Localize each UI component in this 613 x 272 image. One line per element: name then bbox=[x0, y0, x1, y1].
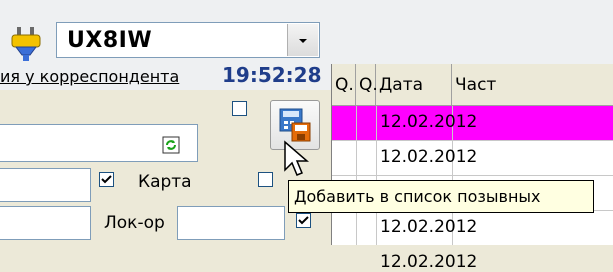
log-grid[interactable]: Q. Q. Дата Част 12.02.2012 12.02.2012 12… bbox=[331, 64, 613, 272]
locator-label: Лок-ор bbox=[104, 213, 165, 233]
text-field[interactable] bbox=[0, 206, 91, 240]
table-cell-date: 12.02.2012 bbox=[380, 147, 478, 167]
column-header-q2[interactable]: Q. bbox=[356, 64, 378, 106]
column-header-date[interactable]: Дата bbox=[376, 64, 452, 106]
chevron-down-icon bbox=[299, 39, 307, 43]
checkmark-icon bbox=[101, 175, 112, 184]
correspondent-time-label: ия у корреспондента bbox=[0, 67, 180, 86]
column-header-frequency[interactable]: Част bbox=[452, 64, 613, 106]
locator-field[interactable] bbox=[177, 206, 285, 240]
column-header-q1[interactable]: Q. bbox=[332, 64, 356, 106]
option-checkbox[interactable] bbox=[258, 172, 273, 187]
correspondent-time-value: 19:52:28 bbox=[222, 63, 322, 87]
mouse-pointer-icon bbox=[283, 140, 313, 182]
refresh-icon[interactable] bbox=[162, 136, 180, 154]
grid-body[interactable]: 12.02.2012 12.02.2012 12.02.2012 12.02.2… bbox=[332, 106, 613, 272]
checkmark-icon bbox=[298, 216, 309, 225]
card-checkbox[interactable] bbox=[99, 172, 114, 187]
text-field[interactable] bbox=[0, 168, 91, 202]
callsign-dropdown-button[interactable] bbox=[287, 24, 318, 56]
qso-text-field[interactable] bbox=[0, 124, 198, 162]
option-checkbox[interactable] bbox=[232, 101, 247, 116]
locator-checkbox[interactable] bbox=[296, 213, 311, 228]
table-cell-date: 12.02.2012 bbox=[380, 112, 478, 132]
callsign-value: UX8IW bbox=[67, 28, 153, 53]
card-label: Карта bbox=[138, 172, 192, 192]
table-cell-date: 12.02.2012 bbox=[380, 217, 478, 237]
callsign-combobox[interactable]: UX8IW bbox=[56, 22, 320, 58]
table-cell-date: 12.02.2012 bbox=[380, 252, 478, 272]
connection-plug-icon[interactable] bbox=[8, 23, 48, 63]
tooltip: Добавить в список позывных bbox=[288, 180, 594, 213]
